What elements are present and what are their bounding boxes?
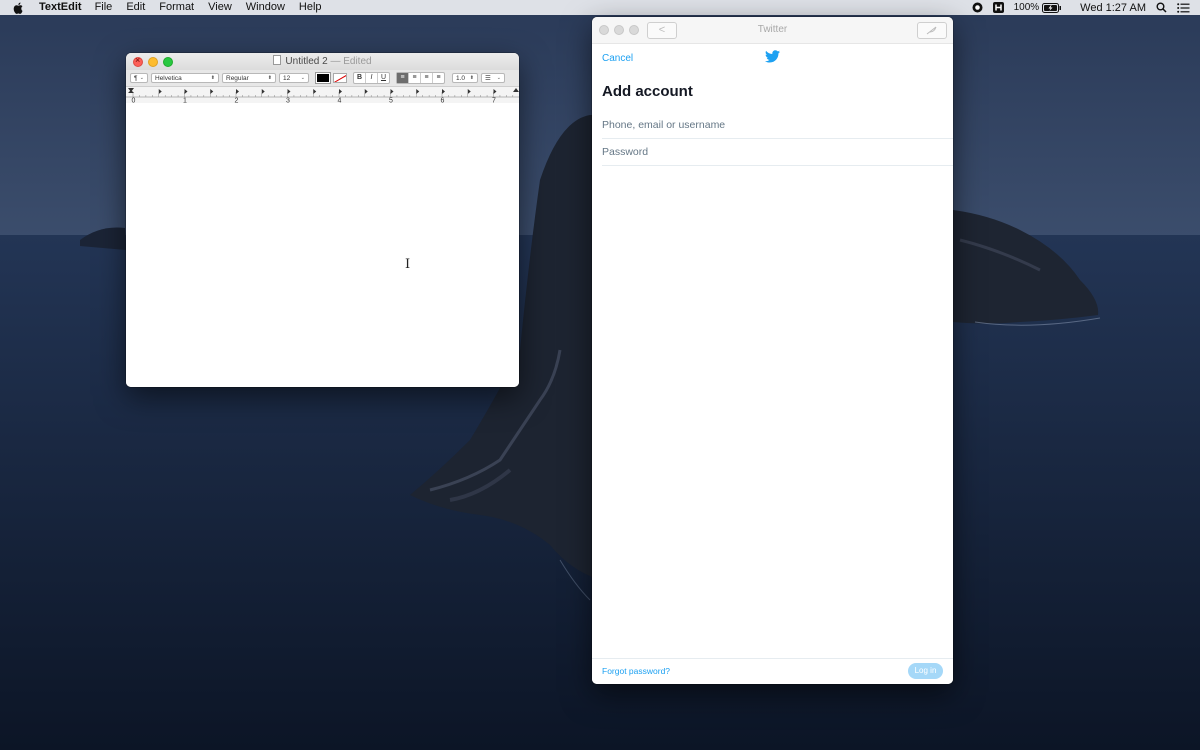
background-color-well[interactable] [333,73,347,83]
ruler[interactable]: 01234567 [126,87,519,104]
battery-percent: 100% [1013,2,1040,13]
menu-file[interactable]: File [95,0,113,15]
paragraph-style-label: ¶ [134,74,138,82]
textedit-window: Untitled 2 — Edited ¶⌄ Helvetica⬍ Regula… [126,53,519,387]
twitter-bird-icon [765,50,780,68]
username-field[interactable]: Phone, email or username [602,113,953,139]
menu-bar: TextEdit File Edit Format View Window He… [0,0,1200,15]
line-spacing-popup[interactable]: 1.0 ⬍ [452,73,478,83]
stepper-arrows-icon: ⬍ [469,75,474,81]
stepper-arrows-icon: ⬍ [210,75,215,81]
tab-stop-marker-icon [287,89,291,94]
tab-stop-marker-icon [364,89,368,94]
list-popup[interactable]: ☰ ⌄ [481,73,505,83]
italic-button[interactable]: I [366,73,378,83]
text-color-well[interactable] [315,72,331,84]
twitter-window: < Twitter Cancel Add account Phone, emai… [592,17,953,684]
twitter-footer: Forgot password? Log in [592,658,953,684]
chevron-down-icon: ⌄ [300,75,305,81]
tab-stop-marker-icon [493,89,497,94]
tab-stop-marker-icon [184,89,188,94]
forgot-password-link[interactable]: Forgot password? [602,666,670,676]
tab-stop-marker-icon [261,89,265,94]
tab-stop-marker-icon [390,89,394,94]
align-right-icon[interactable]: ≡ [421,73,433,83]
status-area: 100% Wed 1:27 AM [972,0,1200,15]
twitter-nav: Cancel [592,44,953,74]
edited-label: — Edited [330,56,372,67]
document-text-area[interactable] [126,103,519,387]
underline-button[interactable]: U [378,73,389,83]
spotlight-search-icon[interactable] [1156,2,1167,13]
password-field[interactable]: Password [602,140,953,166]
menu-help[interactable]: Help [299,0,322,15]
compose-tweet-button[interactable] [917,22,947,39]
tab-stop-marker-icon [158,89,162,94]
login-button[interactable]: Log in [908,663,943,679]
chevron-down-icon: ⌄ [139,75,144,81]
tab-stop-marker-icon [236,89,239,94]
tab-stop-marker-icon [210,89,214,94]
list-bullets-icon: ☰ [485,75,491,82]
align-left-icon[interactable]: ≡ [397,73,409,83]
align-center-icon[interactable]: ≡ [409,73,421,83]
align-justify-icon[interactable]: ≡ [433,73,444,83]
battery-charging-icon[interactable] [1042,2,1062,13]
tab-stop-marker-icon [313,89,317,94]
menu-format[interactable]: Format [159,0,194,15]
paragraph-style-popup[interactable]: ¶ ⌄ [130,73,148,83]
add-account-heading: Add account [602,83,693,100]
alignment-segment: ≡ ≡ ≡ ≡ [396,72,445,84]
menu-clock[interactable]: Wed 1:27 AM [1080,2,1146,14]
font-size-value: 12 [283,74,291,82]
menu-view[interactable]: View [208,0,232,15]
chevron-down-icon: ⌄ [496,75,501,81]
font-family-value: Helvetica [155,74,182,82]
font-style-popup[interactable]: Regular ⬍ [222,73,276,83]
window-title: Twitter [757,24,788,35]
twitter-titlebar[interactable]: < Twitter [592,17,953,44]
tab-stop-marker-icon [442,89,445,94]
tab-stop-marker-icon [416,89,420,94]
menu-edit[interactable]: Edit [126,0,145,15]
document-icon [273,55,282,65]
apple-logo-icon[interactable] [13,2,27,14]
line-spacing-value: 1.0 [456,74,466,82]
notification-center-icon[interactable] [1177,2,1190,13]
tab-stop-marker-icon [467,89,471,94]
cancel-button[interactable]: Cancel [602,53,633,64]
feather-compose-icon [926,26,937,35]
font-size-combo[interactable]: 12 ⌄ [279,73,309,83]
stepper-arrows-icon: ⬍ [267,75,272,81]
app-h-icon[interactable] [992,2,1004,13]
right-indent-marker-icon [513,88,519,92]
text-cursor-ibeam-icon: I [405,257,411,272]
font-family-popup[interactable]: Helvetica ⬍ [151,73,219,83]
bold-button[interactable]: B [354,73,366,83]
format-toolbar: ¶ ⌄ Helvetica ⬍ Regular ⬍ 12 ⌄ B I U ≡ ≡ ≡ ≡… [126,70,519,87]
left-indent-marker-icon [128,90,134,93]
menu-window[interactable]: Window [246,0,285,15]
menu-app-name[interactable]: TextEdit [39,0,82,15]
font-style-value: Regular [226,74,249,82]
tab-stop-marker-icon [339,89,342,94]
text-style-segment: B I U [353,72,390,84]
screen-record-icon[interactable] [972,2,983,13]
document-name: Untitled 2 [285,56,328,67]
window-title: Untitled 2 — Edited [126,55,519,67]
textedit-titlebar[interactable]: Untitled 2 — Edited [126,53,519,70]
